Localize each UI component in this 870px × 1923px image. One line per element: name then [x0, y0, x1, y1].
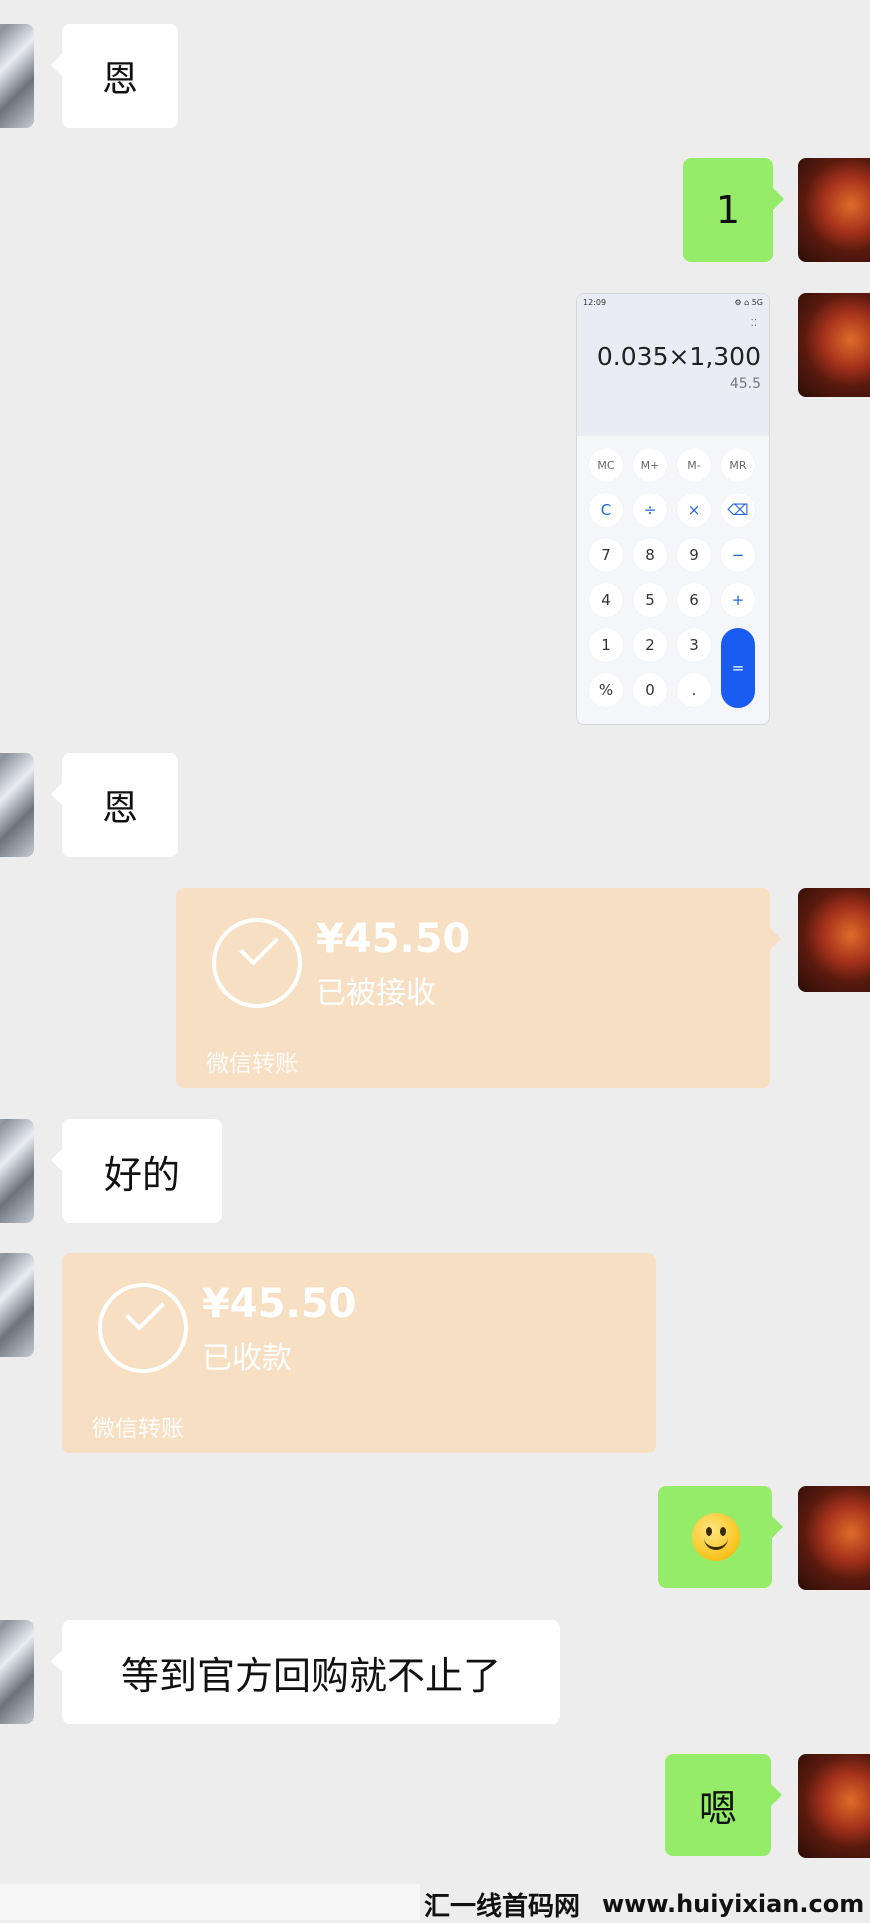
check-circle-icon	[212, 918, 302, 1008]
key-mc: MC	[589, 448, 623, 482]
my-avatar[interactable]	[798, 158, 870, 262]
key-1: 1	[589, 628, 623, 662]
key-minus: −	[721, 538, 755, 572]
key-7: 7	[589, 538, 623, 572]
transfer-label: 微信转账	[206, 1051, 298, 1077]
status-time: 12:09	[583, 298, 607, 307]
key-5: 5	[633, 583, 667, 617]
key-m-plus: M+	[633, 448, 667, 482]
key-plus: +	[721, 583, 755, 617]
watermark-brand: 汇一线首码网	[424, 1892, 581, 1922]
calculator-result: 45.5	[729, 376, 761, 392]
key-clear: C	[589, 493, 623, 527]
message-text: 等到官方回购就不止了	[120, 1653, 501, 1698]
message-bubble[interactable]: 恩	[51, 753, 178, 857]
message-text: 嗯	[698, 1786, 737, 1831]
message-bubble[interactable]: 嗯	[665, 1754, 782, 1856]
key-multiply: ×	[677, 493, 711, 527]
key-decimal: .	[677, 673, 711, 707]
calculator-keypad: MC M+ M- MR C ÷ × ⌫ 7 8 9 − 4 5 6 + 1 2 …	[577, 436, 769, 724]
contact-avatar[interactable]	[0, 1253, 34, 1357]
key-mr: MR	[721, 448, 755, 482]
contact-avatar[interactable]	[0, 1119, 34, 1223]
key-8: 8	[633, 538, 667, 572]
my-avatar[interactable]	[798, 293, 870, 397]
message-text: 恩	[101, 59, 138, 100]
smile-emoji-icon	[692, 1513, 740, 1561]
key-2: 2	[633, 628, 667, 662]
key-equals: =	[721, 628, 755, 708]
transfer-amount: ¥45.50	[316, 916, 471, 962]
my-avatar[interactable]	[798, 1486, 870, 1590]
key-m-minus: M-	[677, 448, 711, 482]
watermark-url: www.huiyixian.com	[602, 1890, 865, 1918]
backspace-icon: ⌫	[721, 493, 755, 527]
key-percent: %	[589, 673, 623, 707]
message-text: 1	[715, 188, 741, 232]
footer-watermark: 汇一线首码网 www.huiyixian.com	[0, 1884, 870, 1922]
check-circle-icon	[98, 1283, 188, 1373]
calculator-expression: 0.035×1,300	[596, 342, 761, 371]
key-3: 3	[677, 628, 711, 662]
transfer-label: 微信转账	[92, 1416, 184, 1442]
key-9: 9	[677, 538, 711, 572]
message-bubble[interactable]: 1	[683, 158, 784, 262]
key-6: 6	[677, 583, 711, 617]
message-text: 好的	[103, 1152, 180, 1197]
contact-avatar[interactable]	[0, 24, 34, 128]
key-divide: ÷	[633, 493, 667, 527]
calculator-display: 12:09 ⚙ ⌂ 5G ⁚⁚ 0.035×1,300 45.5	[577, 294, 769, 436]
message-bubble[interactable]: 恩	[51, 24, 178, 128]
message-bubble[interactable]: 好的	[51, 1119, 222, 1223]
calculator-screenshot[interactable]: 12:09 ⚙ ⌂ 5G ⁚⁚ 0.035×1,300 45.5 MC M+ M…	[576, 293, 770, 725]
status-icons: ⚙ ⌂ 5G	[734, 298, 763, 307]
my-avatar[interactable]	[798, 1754, 870, 1858]
key-4: 4	[589, 583, 623, 617]
message-bubble[interactable]: 等到官方回购就不止了	[51, 1620, 560, 1724]
transfer-card-received[interactable]: ¥45.50 已收款 微信转账	[62, 1253, 656, 1453]
contact-avatar[interactable]	[0, 1620, 34, 1724]
my-avatar[interactable]	[798, 888, 870, 992]
menu-icon: ⁚⁚	[750, 318, 757, 329]
transfer-card-sent[interactable]: ¥45.50 已被接收 微信转账	[176, 888, 781, 1088]
message-bubble[interactable]	[658, 1486, 783, 1588]
transfer-amount: ¥45.50	[202, 1281, 357, 1327]
transfer-status: 已被接收	[316, 976, 436, 1011]
contact-avatar[interactable]	[0, 753, 34, 857]
transfer-status: 已收款	[202, 1341, 292, 1376]
message-text: 恩	[101, 788, 138, 829]
key-0: 0	[633, 673, 667, 707]
input-bar-edge	[0, 1884, 420, 1920]
